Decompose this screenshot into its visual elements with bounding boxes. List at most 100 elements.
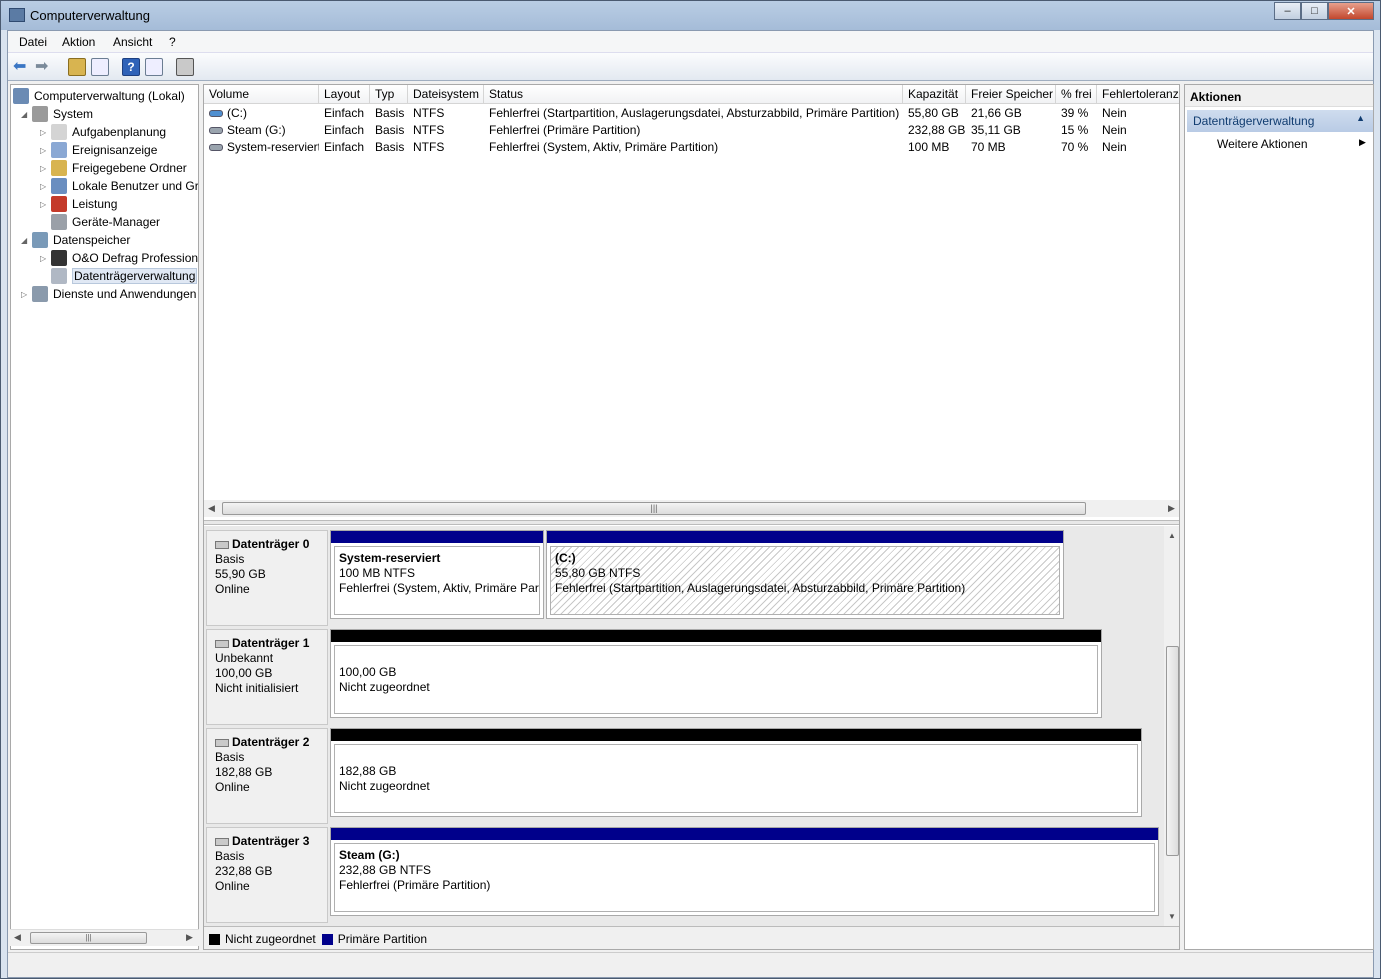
cell-typ: Basis bbox=[370, 139, 408, 156]
col-dateisystem[interactable]: Dateisystem bbox=[408, 85, 484, 104]
tree-item[interactable]: Datenträgerverwaltung bbox=[51, 267, 198, 285]
main-window: Computerverwaltung – □ ✕ Datei Aktion An… bbox=[0, 0, 1381, 979]
col-prozent-frei[interactable]: % frei bbox=[1056, 85, 1097, 104]
title-bar[interactable]: Computerverwaltung – □ ✕ bbox=[1, 1, 1380, 30]
tree-item[interactable]: ◢ Datenspeicher bbox=[21, 231, 130, 249]
partition-block[interactable]: (C:) 55,80 GB NTFS Fehlerfrei (Startpartit… bbox=[546, 530, 1064, 619]
scroll-left-arrow-icon[interactable]: ◀ bbox=[14, 932, 21, 943]
collapse-triangle-icon[interactable]: ◢ bbox=[21, 236, 29, 245]
expand-triangle-icon[interactable]: ▷ bbox=[40, 128, 48, 137]
up-folder-icon[interactable] bbox=[68, 58, 86, 76]
disk-graphical-view: Datenträger 0 Basis 55,90 GB Online System-r… bbox=[204, 526, 1164, 926]
col-freier-speicher[interactable]: Freier Speicher bbox=[966, 85, 1056, 104]
table-row[interactable]: Steam (G:) Einfach Basis NTFS Fehlerfrei (Pr… bbox=[204, 122, 1179, 139]
col-status[interactable]: Status bbox=[484, 85, 903, 104]
tree-item-label: Ereignisanzeige bbox=[72, 143, 158, 157]
show-hide-tree-icon[interactable] bbox=[91, 58, 109, 76]
cell-text: System-reserviert bbox=[227, 140, 319, 154]
navigation-tree: Computerverwaltung (Lokal) ◢ System ▷ Aufga… bbox=[10, 84, 199, 950]
partition-title: Steam (G:) bbox=[339, 848, 400, 862]
expand-triangle-icon[interactable]: ▷ bbox=[40, 182, 48, 191]
menu-help[interactable]: ? bbox=[169, 35, 176, 49]
tree-item[interactable]: ▷ Ereignisanzeige bbox=[40, 141, 158, 159]
close-button[interactable]: ✕ bbox=[1328, 2, 1374, 20]
show-hide-action-pane-icon[interactable] bbox=[145, 58, 163, 76]
tree-item-label: Lokale Benutzer und Gruppen bbox=[72, 179, 199, 193]
disk-view-vertical-scrollbar[interactable]: ▲ ▼ bbox=[1164, 526, 1179, 926]
cell-text: 100 MB bbox=[908, 140, 950, 154]
tree-item[interactable]: ◢ System bbox=[21, 105, 93, 123]
collapse-triangle-icon[interactable]: ◢ bbox=[21, 110, 29, 119]
scroll-left-arrow-icon[interactable]: ◀ bbox=[208, 503, 215, 514]
properties-icon[interactable] bbox=[176, 58, 194, 76]
collapse-arrow-icon[interactable]: ▲ bbox=[1356, 113, 1365, 123]
maximize-button[interactable]: □ bbox=[1301, 2, 1328, 20]
menu-datei[interactable]: Datei bbox=[19, 35, 47, 49]
tree-item[interactable]: Geräte-Manager bbox=[51, 213, 160, 231]
tree-item-root[interactable]: Computerverwaltung (Lokal) bbox=[13, 87, 185, 105]
tree-item[interactable]: ▷ O&O Defrag Professional bbox=[40, 249, 198, 267]
partition-block[interactable]: 182,88 GB Nicht zugeordnet bbox=[330, 728, 1142, 817]
menu-aktion[interactable]: Aktion bbox=[62, 35, 95, 49]
client-area: Datei Aktion Ansicht ? ⬅ ➡ ? Computerver… bbox=[7, 30, 1374, 978]
disk-type: Basis bbox=[215, 750, 245, 764]
col-typ[interactable]: Typ bbox=[370, 85, 408, 104]
expand-triangle-icon[interactable]: ▷ bbox=[40, 254, 48, 263]
volume-list-horizontal-scrollbar[interactable]: ◀ ||| ▶ bbox=[204, 500, 1179, 517]
tree-item[interactable]: ▷ Leistung bbox=[40, 195, 117, 213]
volume-list-scroll-thumb[interactable]: ||| bbox=[222, 502, 1086, 515]
tree-item[interactable]: ▷ Aufgabenplanung bbox=[40, 123, 166, 141]
minimize-button[interactable]: – bbox=[1274, 2, 1301, 20]
back-arrow-icon[interactable]: ⬅ bbox=[13, 58, 31, 76]
forward-arrow-icon[interactable]: ➡ bbox=[35, 58, 53, 76]
disk-label[interactable]: Datenträger 2 Basis 182,88 GB Online bbox=[206, 728, 328, 824]
col-volume[interactable]: Volume bbox=[204, 85, 319, 104]
pane-splitter[interactable] bbox=[204, 520, 1179, 525]
partition-block[interactable]: 100,00 GB Nicht zugeordnet bbox=[330, 629, 1102, 718]
disk-type: Basis bbox=[215, 552, 245, 566]
disk-size: 182,88 GB bbox=[215, 765, 273, 779]
expand-triangle-icon[interactable]: ▷ bbox=[40, 146, 48, 155]
scroll-right-arrow-icon[interactable]: ▶ bbox=[186, 932, 193, 943]
tree-item[interactable]: ▷ Dienste und Anwendungen bbox=[21, 285, 196, 303]
col-layout[interactable]: Layout bbox=[319, 85, 370, 104]
cell-status: Fehlerfrei (System, Aktiv, Primäre Parti… bbox=[484, 139, 903, 156]
disk-drive-icon bbox=[215, 639, 229, 648]
cell-layout: Einfach bbox=[319, 105, 370, 122]
scroll-down-arrow-icon[interactable]: ▼ bbox=[1168, 912, 1176, 921]
tree-item[interactable]: ▷ Lokale Benutzer und Gruppen bbox=[40, 177, 199, 195]
cell-fehlertoleranz: Nein bbox=[1097, 105, 1179, 122]
tree-item[interactable]: ▷ Freigegebene Ordner bbox=[40, 159, 187, 177]
expand-triangle-icon[interactable]: ▷ bbox=[21, 290, 29, 299]
col-kapazitaet[interactable]: Kapazität bbox=[903, 85, 966, 104]
partition-info: System-reserviert 100 MB NTFS Fehlerfrei (… bbox=[334, 546, 540, 615]
table-row[interactable]: (C:) Einfach Basis NTFS Fehlerfrei (Startpar… bbox=[204, 105, 1179, 122]
expand-triangle-icon[interactable]: ▷ bbox=[40, 200, 48, 209]
table-row[interactable]: System-reserviert Einfach Basis NTFS Fehlerf… bbox=[204, 139, 1179, 156]
computer-management-icon bbox=[9, 8, 25, 22]
scroll-up-arrow-icon[interactable]: ▲ bbox=[1168, 531, 1176, 540]
partition-block[interactable]: System-reserviert 100 MB NTFS Fehlerfrei (… bbox=[330, 530, 544, 619]
disk-label[interactable]: Datenträger 3 Basis 232,88 GB Online bbox=[206, 827, 328, 923]
partition-block[interactable]: Steam (G:) 232,88 GB NTFS Fehlerfrei (Prim… bbox=[330, 827, 1159, 916]
disk-drive-icon bbox=[215, 540, 229, 549]
tree-scroll-thumb[interactable]: ||| bbox=[30, 932, 147, 944]
drive-icon bbox=[209, 127, 223, 135]
legend-unallocated-swatch bbox=[209, 933, 220, 945]
cell-dateisystem: NTFS bbox=[408, 139, 484, 156]
help-icon[interactable]: ? bbox=[122, 58, 140, 76]
actions-section-datentraegerverwaltung[interactable]: Datenträgerverwaltung ▲ bbox=[1187, 110, 1373, 132]
disk-view-scroll-thumb[interactable] bbox=[1166, 646, 1179, 856]
partition-status: Fehlerfrei (Startpartition, Auslagerungs… bbox=[555, 581, 966, 595]
menu-ansicht[interactable]: Ansicht bbox=[113, 35, 152, 49]
tree-horizontal-scrollbar[interactable]: ◀ ||| ▶ bbox=[10, 929, 199, 946]
col-fehlertoleranz[interactable]: Fehlertoleranz bbox=[1097, 85, 1179, 104]
action-weitere-aktionen[interactable]: Weitere Aktionen ▶ bbox=[1217, 137, 1366, 151]
cell-kapazitaet: 232,88 GB bbox=[903, 122, 966, 139]
expand-triangle-icon[interactable]: ▷ bbox=[40, 164, 48, 173]
disk-label[interactable]: Datenträger 0 Basis 55,90 GB Online bbox=[206, 530, 328, 626]
partition-size: 100,00 GB bbox=[339, 665, 397, 679]
scroll-right-arrow-icon[interactable]: ▶ bbox=[1168, 503, 1175, 514]
partition-size: 232,88 GB NTFS bbox=[339, 863, 432, 877]
disk-label[interactable]: Datenträger 1 Unbekannt 100,00 GB Nicht ini… bbox=[206, 629, 328, 725]
